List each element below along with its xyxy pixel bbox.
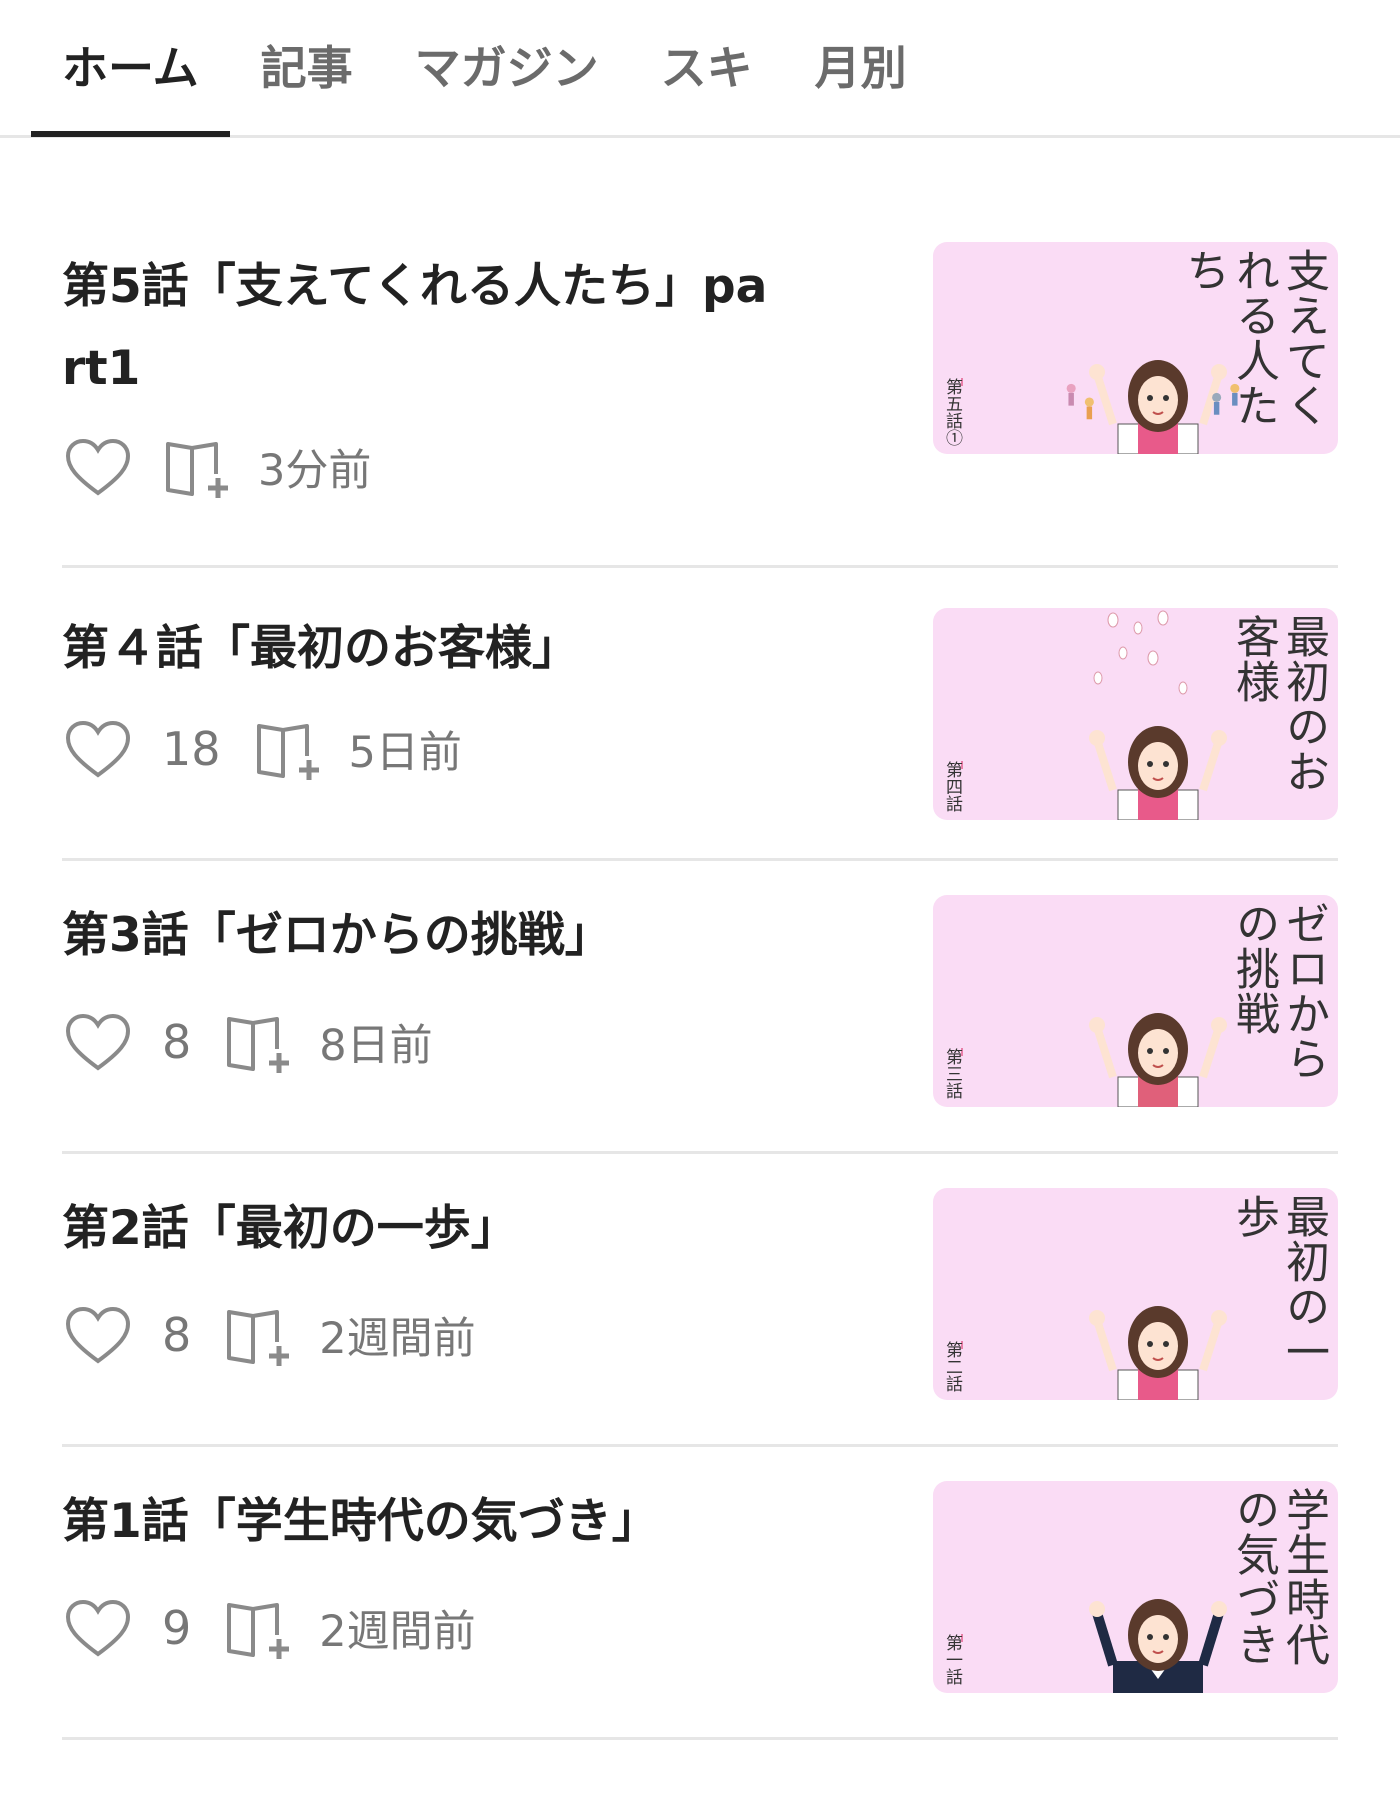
article-title[interactable]: 第3話「ゼロからの挑戦」	[62, 895, 893, 977]
article-body: 第1話「学生時代の気づき」 9 2週間前	[62, 1494, 933, 1737]
like-count: 9	[162, 1601, 192, 1655]
article-thumbnail[interactable]: 最初のお客様 第四話	[933, 608, 1338, 820]
book-add-icon[interactable]	[253, 716, 325, 782]
article-time: 5日前	[348, 728, 462, 778]
girl-illustration	[1089, 1013, 1227, 1107]
like-count: 8	[162, 1308, 192, 1362]
like-count: 18	[162, 722, 221, 776]
article-meta: 3分前	[62, 434, 893, 500]
thumbnail-episode-label: 第一話	[942, 1634, 962, 1685]
article-item[interactable]: 第1話「学生時代の気づき」 9 2週間前 学生時代の気づき 第一話	[62, 1447, 1338, 1740]
article-title[interactable]: 第４話「最初のお客様」	[62, 608, 893, 690]
heart-icon[interactable]	[62, 1596, 134, 1660]
article-time: 3分前	[258, 446, 372, 496]
article-body: 第5話「支えてくれる人たち」part1 3分前	[62, 248, 933, 565]
student-illustration	[1089, 1599, 1227, 1693]
article-thumbnail[interactable]: 支えてくれる人たち 第五話①	[933, 242, 1338, 454]
article-item[interactable]: 第3話「ゼロからの挑戦」 8 8日前 ゼロからの挑戦 第三話	[62, 861, 1338, 1154]
heart-icon[interactable]	[62, 435, 134, 499]
article-meta: 18 5日前	[62, 716, 893, 782]
article-thumbnail[interactable]: 学生時代の気づき 第一話	[933, 1481, 1338, 1693]
book-add-icon[interactable]	[223, 1302, 295, 1368]
thumbnail-episode-label: 第五話①	[942, 378, 962, 446]
tab-magazines[interactable]: マガジン	[384, 0, 630, 135]
tab-list: ホーム 記事 マガジン スキ 月別	[0, 0, 1400, 137]
heart-icon[interactable]	[62, 717, 134, 781]
article-body: 第４話「最初のお客様」 18 5日前	[62, 616, 933, 858]
article-thumbnail[interactable]: 最初の一歩 第二話	[933, 1188, 1338, 1400]
article-time: 8日前	[319, 1021, 433, 1071]
tab-likes[interactable]: スキ	[630, 0, 784, 135]
article-time: 2週間前	[319, 1314, 476, 1364]
like-count: 8	[162, 1015, 192, 1069]
article-title[interactable]: 第5話「支えてくれる人たち」part1	[62, 246, 782, 410]
heart-icon[interactable]	[62, 1303, 134, 1367]
article-item[interactable]: 第5話「支えてくれる人たち」part1 3分前 支えてくれる人たち 第五話①	[62, 242, 1338, 568]
tab-bar: ホーム 記事 マガジン スキ 月別	[0, 0, 1400, 138]
article-item[interactable]: 第４話「最初のお客様」 18 5日前 最初のお客様 第四話	[62, 568, 1338, 861]
article-meta: 8 8日前	[62, 1009, 893, 1075]
article-title[interactable]: 第1話「学生時代の気づき」	[62, 1481, 893, 1563]
girl-illustration	[1089, 1306, 1227, 1400]
book-add-icon[interactable]	[223, 1595, 295, 1661]
article-body: 第2話「最初の一歩」 8 2週間前	[62, 1201, 933, 1444]
article-time: 2週間前	[319, 1607, 476, 1657]
thumbnail-episode-label: 第二話	[942, 1341, 962, 1392]
article-list: 第5話「支えてくれる人たち」part1 3分前 支えてくれる人たち 第五話① 第…	[0, 138, 1400, 1740]
article-item[interactable]: 第2話「最初の一歩」 8 2週間前 最初の一歩 第二話	[62, 1154, 1338, 1447]
girl-illustration	[1089, 726, 1227, 820]
thumbnail-title: 最初の一歩	[1228, 1194, 1329, 1374]
book-add-icon[interactable]	[162, 434, 234, 500]
book-add-icon[interactable]	[223, 1009, 295, 1075]
heart-icon[interactable]	[62, 1010, 134, 1074]
tab-monthly[interactable]: 月別	[784, 0, 938, 135]
thumbnail-episode-label: 第三話	[942, 1048, 962, 1099]
small-figures-illustration	[1066, 383, 1240, 420]
tab-articles[interactable]: 記事	[230, 0, 384, 135]
article-body: 第3話「ゼロからの挑戦」 8 8日前	[62, 908, 933, 1151]
article-title[interactable]: 第2話「最初の一歩」	[62, 1188, 893, 1270]
tab-home[interactable]: ホーム	[31, 0, 230, 137]
article-meta: 9 2週間前	[62, 1595, 893, 1661]
thumbnail-title: 学生時代の気づき	[1228, 1487, 1329, 1667]
article-meta: 8 2週間前	[62, 1302, 893, 1368]
petals-illustration	[1093, 610, 1188, 695]
thumbnail-title: ゼロからの挑戦	[1228, 901, 1329, 1081]
thumbnail-episode-label: 第四話	[942, 761, 962, 812]
article-thumbnail[interactable]: ゼロからの挑戦 第三話	[933, 895, 1338, 1107]
